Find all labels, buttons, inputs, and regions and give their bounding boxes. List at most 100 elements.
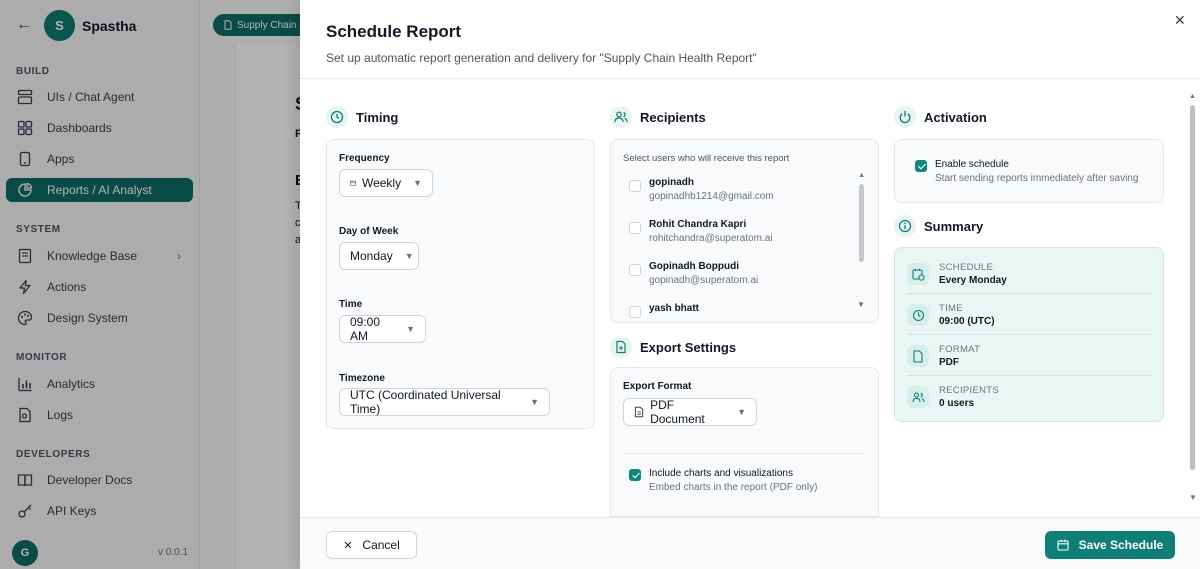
- include-charts-label: Include charts and visualizations: [649, 468, 793, 479]
- recipient-name: yash bhatt: [649, 303, 700, 314]
- day-of-week-label: Day of Week: [339, 226, 399, 237]
- summary-heading: Summary: [924, 218, 984, 234]
- close-icon[interactable]: ✕: [1174, 12, 1186, 29]
- dialog-footer: ✕ Cancel Save Schedule: [300, 517, 1200, 569]
- document-icon: [634, 406, 644, 418]
- time-value: 09:00 AM: [350, 315, 381, 343]
- summary-divider: [907, 334, 1152, 335]
- recipient-email: gopinadhb1214@gmail.com: [649, 191, 774, 202]
- scroll-up-icon[interactable]: ▲: [858, 172, 865, 179]
- summary-recipients-label: RECIPIENTS: [939, 385, 1000, 396]
- activation-heading: Activation: [924, 109, 987, 125]
- day-of-week-value: Monday: [350, 249, 393, 263]
- summary-format: FORMAT PDF: [907, 344, 1152, 368]
- summary-time-label: TIME: [939, 303, 963, 314]
- summary-format-label: FORMAT: [939, 344, 981, 355]
- close-icon: ✕: [343, 539, 353, 552]
- recipients-heading: Recipients: [640, 109, 706, 125]
- schedule-report-dialog: Schedule Report Set up automatic report …: [300, 0, 1200, 569]
- clock-icon: [326, 106, 348, 128]
- summary-time-value: 09:00 (UTC): [939, 316, 995, 327]
- cancel-button[interactable]: ✕ Cancel: [326, 531, 417, 559]
- day-of-week-select[interactable]: Monday ▼: [339, 242, 419, 270]
- timing-card: Frequency Weekly ▼ Day of Week Monday ▼ …: [326, 139, 595, 429]
- summary-divider: [907, 375, 1152, 376]
- summary-divider: [907, 293, 1152, 294]
- timezone-value: UTC (Coordinated Universal Time): [350, 388, 501, 416]
- export-format-label: Export Format: [623, 381, 692, 392]
- export-header: Export Settings: [610, 336, 736, 358]
- recipient-email: rohitchandra@superatom.ai: [649, 233, 773, 244]
- recipient-name: Rohit Chandra Kapri: [649, 219, 747, 230]
- list-item[interactable]: yash bhatt: [629, 303, 699, 318]
- recipient-checkbox[interactable]: [629, 180, 641, 192]
- recipient-checkbox[interactable]: [629, 264, 641, 276]
- dialog-title: Schedule Report: [326, 22, 462, 41]
- chevron-down-icon: ▼: [737, 407, 746, 417]
- enable-schedule-label: Enable schedule: [935, 159, 1009, 170]
- summary-recipients-value: 0 users: [939, 398, 975, 409]
- recipients-hint: Select users who will receive this repor…: [623, 153, 790, 164]
- summary-format-value: PDF: [939, 357, 959, 368]
- list-item[interactable]: Rohit Chandra Kapri rohitchandra@superat…: [629, 219, 773, 244]
- recipients-scrollbar[interactable]: [859, 184, 864, 262]
- activation-header: Activation: [894, 106, 987, 128]
- frequency-value: Weekly: [361, 176, 402, 190]
- timing-heading: Timing: [356, 109, 399, 125]
- frequency-label: Frequency: [339, 153, 390, 164]
- panel-scroll-up-icon[interactable]: ▲: [1189, 93, 1196, 100]
- recipient-name: Gopinadh Boppudi: [649, 261, 739, 272]
- calendar-clock-icon: [907, 263, 929, 285]
- list-item[interactable]: Gopinadh Boppudi gopinadh@superatom.ai: [629, 261, 758, 286]
- summary-recipients: RECIPIENTS 0 users: [907, 385, 1152, 409]
- summary-header: Summary: [894, 215, 983, 237]
- chevron-down-icon: ▼: [404, 251, 414, 261]
- power-icon: [894, 106, 916, 128]
- frequency-select[interactable]: Weekly ▼: [339, 169, 433, 197]
- cancel-label: Cancel: [362, 538, 400, 552]
- timing-header: Timing: [326, 106, 398, 128]
- recipient-checkbox[interactable]: [629, 222, 641, 234]
- include-charts-desc: Embed charts in the report (PDF only): [649, 482, 818, 493]
- summary-schedule-label: SCHEDULE: [939, 262, 994, 273]
- file-icon: [907, 345, 929, 367]
- summary-schedule-value: Every Monday: [939, 275, 1007, 286]
- time-label: Time: [339, 299, 363, 310]
- summary-time: TIME 09:00 (UTC): [907, 303, 1152, 327]
- recipient-name: gopinadh: [649, 177, 694, 188]
- recipients-header: Recipients: [610, 106, 706, 128]
- info-icon: [894, 215, 916, 237]
- header-divider: [300, 78, 1200, 79]
- export-format-value: PDF Document: [650, 398, 705, 426]
- export-heading: Export Settings: [640, 339, 737, 355]
- users-icon: [610, 106, 632, 128]
- activation-card: Enable schedule Start sending reports im…: [894, 139, 1164, 203]
- time-select[interactable]: 09:00 AM ▼: [339, 315, 426, 343]
- timezone-label: Timezone: [339, 373, 385, 384]
- chevron-down-icon: ▼: [413, 178, 422, 188]
- chevron-down-icon: ▼: [530, 397, 539, 407]
- scroll-down-icon[interactable]: ▼: [857, 300, 865, 309]
- recipient-email: gopinadh@superatom.ai: [649, 275, 759, 286]
- calendar-icon: [1057, 539, 1069, 551]
- export-card: Export Format PDF Document ▼ Include cha…: [610, 367, 879, 517]
- chevron-down-icon: ▼: [406, 324, 415, 334]
- include-charts-option[interactable]: Include charts and visualizations Embed …: [629, 468, 817, 493]
- list-item[interactable]: gopinadh gopinadhb1214@gmail.com: [629, 177, 774, 202]
- panel-scrollbar[interactable]: [1190, 105, 1195, 470]
- export-format-select[interactable]: PDF Document ▼: [623, 398, 757, 426]
- save-schedule-button[interactable]: Save Schedule: [1045, 531, 1175, 559]
- panel-scroll-down-icon[interactable]: ▼: [1189, 493, 1197, 502]
- timezone-select[interactable]: UTC (Coordinated Universal Time) ▼: [339, 388, 550, 416]
- clock-icon: [907, 304, 929, 326]
- dialog-subtitle: Set up automatic report generation and d…: [326, 51, 757, 65]
- enable-schedule-desc: Start sending reports immediately after …: [935, 173, 1139, 184]
- calendar-icon: [350, 180, 356, 186]
- users-icon: [907, 386, 929, 408]
- app-root: ← S Spastha BUILD UIs / Chat Agent Dashb…: [0, 0, 1200, 569]
- enable-schedule-checkbox[interactable]: [915, 160, 927, 172]
- include-charts-checkbox[interactable]: [629, 469, 641, 481]
- recipient-checkbox[interactable]: [629, 306, 641, 318]
- summary-card: SCHEDULE Every Monday TIME 09:00 (UTC) F…: [894, 247, 1164, 422]
- enable-schedule-option[interactable]: Enable schedule Start sending reports im…: [915, 159, 1138, 184]
